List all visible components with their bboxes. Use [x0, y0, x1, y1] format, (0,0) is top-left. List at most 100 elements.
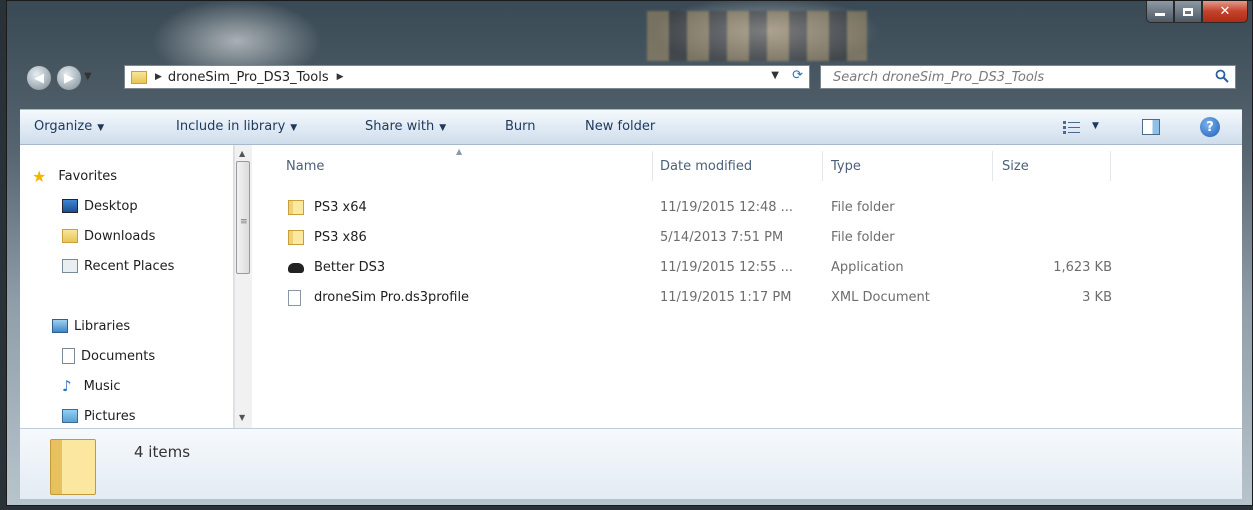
column-header-type[interactable]: Type — [831, 159, 861, 174]
back-arrow-icon: ◀ — [34, 70, 44, 86]
desktop-icon — [62, 199, 78, 213]
item-count: 4 items — [134, 443, 191, 461]
nav-item-music[interactable]: ♪ Music — [62, 375, 121, 397]
scroll-thumb[interactable]: ≡ — [236, 161, 250, 274]
file-date: 11/19/2015 12:55 ... — [660, 260, 794, 275]
file-date: 5/14/2013 7:51 PM — [660, 230, 784, 245]
breadcrumb-arrow-icon[interactable]: ▶ — [155, 72, 162, 82]
folder-icon — [288, 230, 304, 245]
chevron-down-icon: ▼ — [84, 71, 92, 82]
recent-pages-dropdown[interactable]: ▼ — [84, 71, 92, 82]
help-icon[interactable]: ? — [1200, 117, 1220, 137]
nav-item-recent-places[interactable]: Recent Places — [62, 255, 174, 277]
search-input[interactable] — [831, 68, 1195, 86]
folder-icon — [50, 439, 96, 495]
search-box[interactable] — [820, 65, 1236, 89]
nav-item-downloads[interactable]: Downloads — [62, 225, 155, 247]
folder-icon — [131, 70, 147, 84]
minimize-button[interactable] — [1146, 1, 1174, 23]
downloads-folder-icon — [62, 229, 78, 243]
file-size: 3 KB — [1082, 290, 1112, 305]
column-separator[interactable] — [1110, 151, 1111, 181]
nav-label: Libraries — [74, 318, 131, 334]
chevron-down-icon: ▼ — [290, 123, 298, 133]
file-type: Application — [831, 260, 904, 275]
file-name: PS3 x86 — [314, 230, 367, 245]
nav-pane-scrollbar[interactable]: ▲ ≡ ▼ — [234, 145, 252, 428]
nav-item-documents[interactable]: Documents — [62, 345, 155, 367]
forward-button[interactable]: ▶ — [56, 65, 82, 91]
file-date: 11/19/2015 1:17 PM — [660, 290, 792, 305]
column-separator[interactable] — [652, 151, 653, 181]
address-bar[interactable]: ▶ droneSim_Pro_DS3_Tools ▶ ▼ ⟳ — [124, 65, 810, 89]
search-icon[interactable] — [1215, 69, 1229, 83]
chevron-down-icon: ▼ — [97, 123, 105, 133]
column-header-name[interactable]: Name — [286, 159, 324, 174]
file-name: Better DS3 — [314, 260, 386, 275]
share-with-label: Share with — [365, 119, 435, 134]
caption-buttons: ✕ — [1146, 1, 1248, 23]
back-button[interactable]: ◀ — [26, 65, 52, 91]
column-separator[interactable] — [822, 151, 823, 181]
file-row[interactable]: PS3 x86 5/14/2013 7:51 PM File folder — [284, 226, 1184, 252]
column-header-size[interactable]: Size — [1002, 159, 1029, 174]
include-in-library-label: Include in library — [176, 119, 286, 134]
background-decoration — [647, 11, 867, 61]
file-type: File folder — [831, 230, 895, 245]
nav-label: Desktop — [84, 198, 138, 214]
breadcrumb-current-folder[interactable]: droneSim_Pro_DS3_Tools — [168, 70, 329, 85]
navigation-pane: ★ Favorites Desktop Downloads Recent Pla… — [20, 145, 234, 428]
file-row[interactable]: PS3 x64 11/19/2015 12:48 ... File folder — [284, 196, 1184, 222]
file-row[interactable]: droneSim Pro.ds3profile 11/19/2015 1:17 … — [284, 286, 1184, 312]
music-note-icon: ♪ — [62, 377, 72, 395]
command-bar: Organize ▼ Include in library ▼ Share with… — [20, 109, 1242, 145]
address-history-dropdown[interactable]: ▼ — [771, 70, 779, 81]
xml-document-icon — [288, 290, 301, 306]
change-view-icon[interactable] — [1063, 120, 1081, 134]
organize-label: Organize — [34, 119, 93, 134]
close-button[interactable]: ✕ — [1202, 1, 1248, 23]
sort-ascending-icon: ▲ — [456, 147, 463, 156]
gamepad-icon — [288, 263, 304, 273]
breadcrumb-arrow-icon[interactable]: ▶ — [337, 72, 344, 82]
column-separator[interactable] — [992, 151, 993, 181]
new-folder-button[interactable]: New folder — [585, 119, 655, 134]
file-size: 1,623 KB — [1053, 260, 1112, 275]
libraries-icon — [52, 319, 68, 333]
file-name: PS3 x64 — [314, 200, 367, 215]
refresh-icon[interactable]: ⟳ — [792, 68, 803, 83]
nav-label: Recent Places — [84, 258, 175, 274]
view-options-dropdown[interactable]: ▼ — [1092, 121, 1099, 131]
explorer-content: ★ Favorites Desktop Downloads Recent Pla… — [20, 145, 1242, 428]
navigation-bar: ◀ ▶ ▼ ▶ droneSim_Pro_DS3_Tools ▶ ▼ ⟳ — [20, 63, 1240, 93]
scroll-down-arrow-icon[interactable]: ▼ — [239, 413, 245, 422]
nav-item-pictures[interactable]: Pictures — [62, 405, 135, 427]
include-in-library-button[interactable]: Include in library ▼ — [176, 119, 297, 134]
nav-label: Music — [83, 378, 121, 394]
details-pane: 4 items — [20, 428, 1242, 499]
nav-label: Documents — [81, 348, 156, 364]
preview-pane-icon[interactable] — [1142, 119, 1160, 135]
folder-icon — [288, 200, 304, 215]
nav-item-libraries[interactable]: Libraries — [52, 315, 130, 337]
burn-button[interactable]: Burn — [505, 119, 536, 134]
share-with-button[interactable]: Share with ▼ — [365, 119, 446, 134]
file-name: droneSim Pro.ds3profile — [314, 290, 470, 305]
organize-button[interactable]: Organize ▼ — [34, 119, 104, 134]
column-header-date-modified[interactable]: Date modified — [660, 159, 752, 174]
file-list: ▲ Name Date modified Type Size PS3 x64 1… — [252, 145, 1242, 428]
forward-arrow-icon: ▶ — [64, 70, 74, 86]
file-type: XML Document — [831, 290, 930, 305]
nav-label: Downloads — [84, 228, 156, 244]
nav-label: Pictures — [84, 408, 136, 424]
nav-item-favorites[interactable]: ★ Favorites — [32, 165, 117, 187]
scroll-up-arrow-icon[interactable]: ▲ — [239, 149, 245, 158]
file-type: File folder — [831, 200, 895, 215]
nav-item-desktop[interactable]: Desktop — [62, 195, 138, 217]
file-row[interactable]: Better DS3 11/19/2015 12:55 ... Applicat… — [284, 256, 1184, 282]
maximize-button[interactable] — [1174, 1, 1202, 23]
grip-icon: ≡ — [240, 217, 248, 227]
pictures-icon — [62, 409, 78, 423]
nav-label: Favorites — [58, 168, 118, 184]
recent-places-icon — [62, 259, 78, 273]
